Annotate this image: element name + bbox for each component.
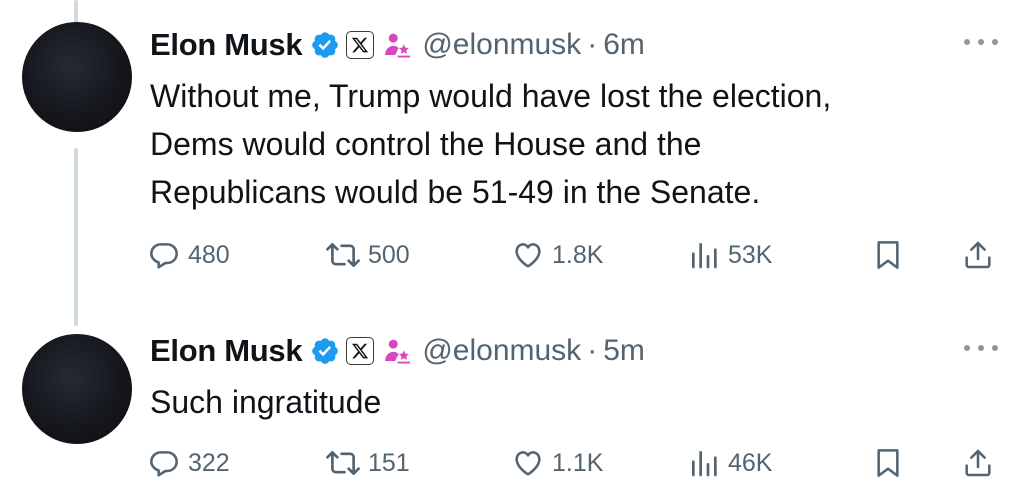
tweet[interactable]: Elon Musk @elonmusk · 5m Such ingratitud… [0, 328, 1024, 498]
tweet-header: Elon Musk @elonmusk · 6m [150, 23, 645, 67]
reply-icon [148, 239, 180, 271]
tweet-actions: 480 500 1.8K 53K [148, 235, 1008, 275]
x-affiliate-badge-icon[interactable] [346, 337, 375, 365]
like-count: 1.1K [552, 448, 604, 477]
share-button[interactable] [962, 235, 994, 275]
verified-badge-icon [310, 336, 340, 366]
author-handle[interactable]: @elonmusk [422, 28, 581, 62]
bookmark-icon [872, 447, 904, 479]
like-count: 1.8K [552, 240, 604, 269]
tweet-text-line: Republicans would be 51-49 in the Senate… [150, 174, 761, 210]
repost-icon [326, 446, 360, 480]
x-affiliate-badge-icon[interactable] [346, 31, 375, 59]
views-icon [688, 239, 720, 271]
timestamp[interactable]: 6m [603, 28, 645, 62]
bookmark-button[interactable] [872, 443, 904, 483]
repost-button[interactable]: 151 [326, 443, 410, 483]
verified-badge-icon [310, 30, 340, 60]
more-icon[interactable] [964, 30, 998, 54]
more-icon[interactable] [964, 336, 998, 360]
share-button[interactable] [962, 443, 994, 483]
views-button[interactable]: 46K [688, 443, 772, 483]
tweet-header: Elon Musk @elonmusk · 5m [150, 329, 645, 373]
separator-dot: · [587, 28, 598, 61]
tweet-text-line: Such ingratitude [150, 384, 382, 420]
views-button[interactable]: 53K [688, 235, 772, 275]
reply-button[interactable]: 322 [148, 443, 230, 483]
share-icon [962, 239, 994, 271]
views-count: 53K [728, 240, 773, 269]
repost-count: 500 [368, 240, 410, 269]
tweet-text: Such ingratitude [150, 378, 970, 426]
like-icon [512, 447, 544, 479]
tweet-actions: 322 151 1.1K 46K [148, 443, 1008, 483]
repost-icon [326, 238, 360, 272]
bookmark-icon [872, 239, 904, 271]
bookmark-button[interactable] [872, 235, 904, 275]
tweet-text-line: Without me, Trump would have lost the el… [150, 78, 832, 114]
share-icon [962, 447, 994, 479]
tweet-text: Without me, Trump would have lost the el… [150, 72, 970, 216]
tweet[interactable]: Elon Musk @elonmusk · 6m Without me, Tru… [0, 22, 1024, 282]
tweet-text-line: Dems would control the House and the [150, 126, 702, 162]
timestamp[interactable]: 5m [603, 334, 645, 368]
reply-button[interactable]: 480 [148, 235, 230, 275]
thread-line-top [74, 0, 78, 24]
repost-count: 151 [368, 448, 410, 477]
reply-icon [148, 447, 180, 479]
government-affiliation-icon [382, 30, 412, 60]
like-icon [512, 239, 544, 271]
reply-count: 480 [188, 240, 230, 269]
repost-button[interactable]: 500 [326, 235, 410, 275]
separator-dot: · [587, 334, 598, 367]
author-name[interactable]: Elon Musk [150, 333, 303, 369]
reply-count: 322 [188, 448, 230, 477]
avatar[interactable] [22, 334, 132, 444]
like-button[interactable]: 1.1K [512, 443, 603, 483]
government-affiliation-icon [382, 336, 412, 366]
views-count: 46K [728, 448, 773, 477]
author-handle[interactable]: @elonmusk [422, 334, 581, 368]
like-button[interactable]: 1.8K [512, 235, 603, 275]
views-icon [688, 447, 720, 479]
author-name[interactable]: Elon Musk [150, 27, 303, 63]
avatar[interactable] [22, 22, 132, 132]
